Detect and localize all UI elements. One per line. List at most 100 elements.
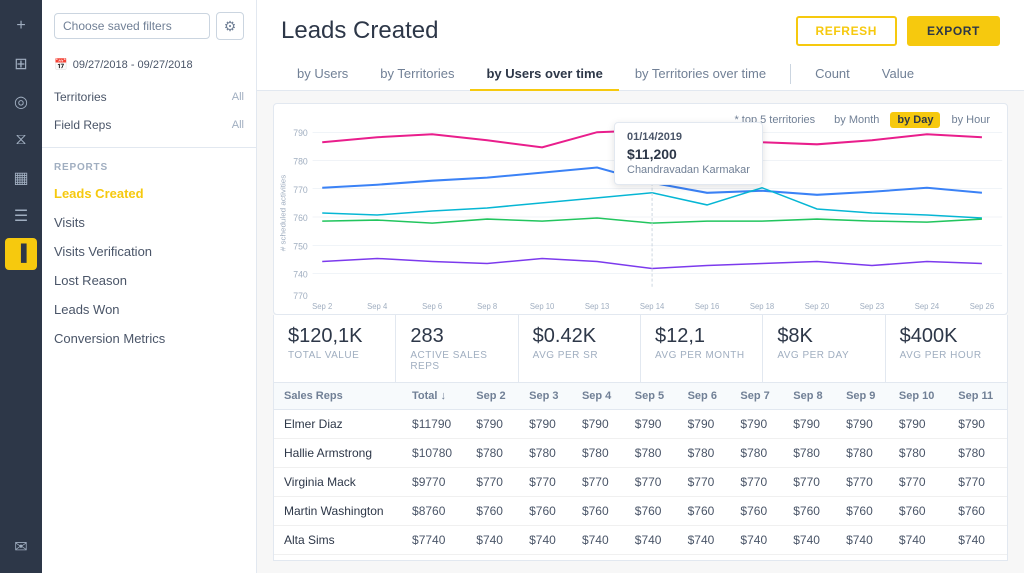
grid-icon[interactable]: ⊞ (5, 48, 37, 80)
table-cell: $790 (889, 410, 948, 439)
field-reps-label: Field Reps (54, 118, 111, 132)
data-table-section: Sales Reps Total ↓ Sep 2 Sep 3 Sep 4 Sep… (273, 383, 1008, 561)
table-cell: $740 (836, 526, 889, 555)
table-cell: $760 (625, 497, 678, 526)
svg-text:780: 780 (293, 156, 308, 166)
tab-by-territories-over-time[interactable]: by Territories over time (619, 58, 782, 91)
page-title: Leads Created (281, 17, 438, 45)
col-sep10[interactable]: Sep 10 (889, 383, 948, 410)
table-cell: $10780 (402, 439, 466, 468)
table-cell: Hallie Armstrong (274, 439, 402, 468)
table-cell: $760 (678, 497, 731, 526)
stat-total-value-number: $120,1K (288, 325, 381, 348)
svg-text:Sep 20: Sep 20 (805, 302, 830, 311)
table-cell: $760 (889, 497, 948, 526)
table-cell: $770 (466, 468, 519, 497)
sidebar-item-conversion-metrics[interactable]: Conversion Metrics (42, 324, 256, 353)
chart-icon[interactable]: ▐ (5, 238, 37, 270)
field-reps-value: All (232, 119, 244, 131)
col-total[interactable]: Total ↓ (402, 383, 466, 410)
svg-text:770: 770 (293, 291, 308, 301)
table-cell: $770 (678, 468, 731, 497)
tab-by-users[interactable]: by Users (281, 58, 364, 91)
stat-total-value: $120,1K Total Value (274, 315, 396, 382)
table-cell: $780 (519, 439, 572, 468)
table-cell: $790 (625, 410, 678, 439)
filter-settings-icon[interactable]: ⚙ (216, 12, 244, 40)
tab-by-users-over-time[interactable]: by Users over time (470, 58, 618, 91)
sidebar-item-leads-won[interactable]: Leads Won (42, 295, 256, 324)
calendar-icon[interactable]: ▦ (5, 162, 37, 194)
stat-active-sales-reps: 283 Active Sales Reps (396, 315, 518, 382)
sidebar-filter-row: Choose saved filters ⚙ (42, 12, 256, 40)
col-sep6[interactable]: Sep 6 (678, 383, 731, 410)
table-row: Virginia Mack$9770$770$770$770$770$770$7… (274, 468, 1007, 497)
col-sales-reps[interactable]: Sales Reps (274, 383, 402, 410)
table-row: Hallie Armstrong$10780$780$780$780$780$7… (274, 439, 1007, 468)
svg-text:770: 770 (293, 185, 308, 195)
col-sep7[interactable]: Sep 7 (730, 383, 783, 410)
table-cell: $780 (678, 439, 731, 468)
table-cell: $760 (466, 497, 519, 526)
sidebar-divider (42, 147, 256, 148)
table-cell: $790 (572, 410, 625, 439)
table-cell: $790 (519, 410, 572, 439)
col-sep4[interactable]: Sep 4 (572, 383, 625, 410)
table-cell: $8760 (402, 497, 466, 526)
col-sep2[interactable]: Sep 2 (466, 383, 519, 410)
table-cell: $790 (836, 410, 889, 439)
stat-avg-per-hour-number: $400K (900, 325, 993, 348)
table-cell: $760 (783, 497, 836, 526)
svg-text:740: 740 (293, 269, 308, 279)
table-cell: $760 (836, 497, 889, 526)
table-cell: $780 (783, 439, 836, 468)
sidebar-item-visits[interactable]: Visits (42, 208, 256, 237)
svg-text:Sep 13: Sep 13 (585, 302, 610, 311)
stat-active-sales-reps-number: 283 (410, 325, 503, 348)
location-icon[interactable]: ◎ (5, 86, 37, 118)
table-cell: $770 (572, 468, 625, 497)
col-sep3[interactable]: Sep 3 (519, 383, 572, 410)
document-icon[interactable]: ☰ (5, 200, 37, 232)
table-cell: $740 (889, 526, 948, 555)
col-sep9[interactable]: Sep 9 (836, 383, 889, 410)
icon-bar: + ⊞ ◎ ⧖ ▦ ☰ ▐ ✉ (0, 0, 42, 573)
refresh-button[interactable]: REFRESH (796, 16, 898, 46)
sidebar-item-leads-created[interactable]: Leads Created (42, 179, 256, 208)
stat-avg-per-sr: $0.42K AVG per SR (519, 315, 641, 382)
tab-divider (790, 64, 791, 84)
table-cell: $790 (783, 410, 836, 439)
col-sep11[interactable]: Sep 11 (948, 383, 1007, 410)
calendar-small-icon: 📅 (54, 58, 68, 71)
plus-icon[interactable]: + (5, 10, 37, 42)
sidebar-item-visits-verification[interactable]: Visits Verification (42, 237, 256, 266)
svg-text:Sep 16: Sep 16 (695, 302, 720, 311)
table-cell: $740 (948, 526, 1007, 555)
field-reps-section: Field Reps All (42, 111, 256, 139)
table-row: Elmer Diaz$11790$790$790$790$790$790$790… (274, 410, 1007, 439)
col-sep8[interactable]: Sep 8 (783, 383, 836, 410)
export-button[interactable]: EXPORT (907, 16, 1000, 46)
tab-count[interactable]: Count (799, 58, 866, 91)
filter-icon[interactable]: ⧖ (5, 124, 37, 156)
territories-label: Territories (54, 90, 107, 104)
svg-text:Sep 2: Sep 2 (312, 302, 332, 311)
table-cell: $790 (948, 410, 1007, 439)
chat-icon[interactable]: ✉ (5, 531, 37, 563)
table-cell: Alta Sims (274, 526, 402, 555)
saved-filters-select[interactable]: Choose saved filters (54, 13, 210, 39)
table-cell: $790 (466, 410, 519, 439)
tab-value[interactable]: Value (866, 58, 930, 91)
table-cell: $780 (730, 439, 783, 468)
table-cell: $740 (519, 526, 572, 555)
table-cell: $780 (948, 439, 1007, 468)
header-actions: REFRESH EXPORT (796, 16, 1001, 46)
table-cell: $780 (836, 439, 889, 468)
stat-avg-per-hour: $400K AVG per hour (886, 315, 1007, 382)
table-cell: $760 (572, 497, 625, 526)
sidebar-item-lost-reason[interactable]: Lost Reason (42, 266, 256, 295)
col-sep5[interactable]: Sep 5 (625, 383, 678, 410)
svg-text:760: 760 (293, 213, 308, 223)
table-cell: $740 (466, 526, 519, 555)
tab-by-territories[interactable]: by Territories (364, 58, 470, 91)
